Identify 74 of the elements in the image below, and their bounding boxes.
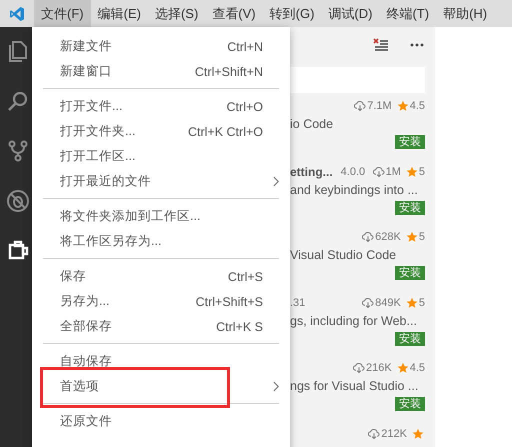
clear-list-icon[interactable]	[373, 37, 389, 53]
cloud-download-icon	[362, 231, 374, 243]
download-count: 628K	[375, 231, 401, 243]
menu-bar-item[interactable]: 调试(D)	[321, 0, 380, 27]
shortcut-text: Ctrl+Shift+S	[196, 294, 263, 308]
menu-item[interactable]: 保存	[60, 268, 86, 285]
menu-item[interactable]: 全部保存	[60, 318, 112, 335]
rating-value: 4.5	[410, 100, 425, 112]
menu-item[interactable]: 新建文件	[60, 38, 112, 55]
extension-description: io Code	[290, 116, 334, 133]
search-icon[interactable]	[6, 89, 30, 113]
shortcut-text: Ctrl+S	[228, 270, 263, 284]
code-logo-icon	[9, 6, 25, 22]
extension-version: 4.0.0	[340, 166, 366, 178]
menu-item[interactable]: 打开最近的文件	[60, 173, 151, 190]
star-icon	[396, 100, 409, 112]
branch-icon[interactable]	[6, 139, 30, 163]
download-count: 1M	[386, 166, 401, 178]
menu-bar-item[interactable]: 编辑(E)	[90, 0, 148, 27]
install-button[interactable]: 安装	[395, 266, 425, 280]
star-icon	[406, 296, 418, 308]
menu-item[interactable]: 将工作区另存为...	[60, 233, 162, 250]
cloud-download-icon	[372, 166, 385, 178]
install-button[interactable]: 安装	[395, 332, 425, 346]
extension-description: and keybindings into ...	[290, 182, 418, 198]
menu-bar-item[interactable]: 选择(S)	[148, 0, 206, 27]
star-icon	[412, 428, 424, 440]
files-icon[interactable]	[6, 39, 30, 63]
chevron-right-icon	[273, 381, 280, 392]
shortcut-text: Ctrl+O	[226, 100, 263, 114]
cloud-download-icon	[368, 428, 380, 440]
cloud-download-icon	[362, 296, 374, 308]
menu-item[interactable]: 打开文件...	[60, 98, 122, 115]
extension-description: ngs for Visual Studio ...	[290, 378, 418, 395]
rating-value: 4.5	[410, 362, 425, 374]
menu-item[interactable]: 另存为...	[60, 293, 110, 310]
shortcut-text: Ctrl+Shift+N	[194, 64, 263, 78]
search-field[interactable]	[290, 67, 425, 93]
menu-item[interactable]: 还原文件	[60, 413, 112, 430]
download-count: 849K	[375, 296, 401, 308]
download-count: 7.1M	[367, 100, 392, 112]
menu-item[interactable]: 自动保存	[60, 353, 112, 370]
star-icon	[396, 362, 409, 374]
menu-bar-item[interactable]: 查看(V)	[205, 0, 263, 27]
menu-item[interactable]: 首选项	[60, 378, 99, 395]
rating-value: 5	[418, 166, 425, 178]
menu-bar-item[interactable]: 终端(T)	[379, 0, 436, 27]
no-bug-icon[interactable]	[6, 189, 30, 213]
menu-item[interactable]: 打开文件夹...	[60, 123, 136, 140]
menu-bar-item[interactable]: 转到(G)	[262, 0, 322, 27]
chevron-right-icon	[273, 176, 280, 187]
shortcut-text: Ctrl+K Ctrl+O	[188, 124, 263, 138]
rating-value: 5	[418, 231, 425, 243]
cloud-download-icon	[354, 100, 366, 112]
shortcut-text: Ctrl+K S	[216, 320, 263, 334]
extension-name: etting...	[290, 164, 333, 178]
install-button[interactable]: 安装	[395, 135, 425, 149]
download-count: 216K	[366, 362, 392, 374]
menu-item[interactable]: 将文件夹添加到工作区...	[60, 208, 200, 225]
install-button[interactable]: 安装	[395, 397, 425, 411]
menu-bar-item[interactable]: 帮助(H)	[436, 0, 494, 27]
install-button[interactable]: 安装	[395, 200, 425, 214]
menu-item[interactable]: 新建窗口	[60, 63, 112, 80]
download-count: 212K	[381, 428, 407, 440]
menu-item[interactable]: 打开工作区...	[60, 148, 136, 165]
cloud-download-icon	[353, 362, 365, 374]
rating-value: 5	[418, 296, 425, 308]
shortcut-text: Ctrl+N	[227, 40, 263, 54]
star-icon	[406, 166, 418, 178]
extension-version: .31	[290, 296, 306, 308]
extension-description: gs, including for Web...	[290, 312, 417, 330]
star-icon	[406, 231, 418, 243]
menu-bar-item[interactable]: 文件(F)	[34, 0, 91, 27]
extension-description: Visual Studio Code	[290, 247, 396, 264]
